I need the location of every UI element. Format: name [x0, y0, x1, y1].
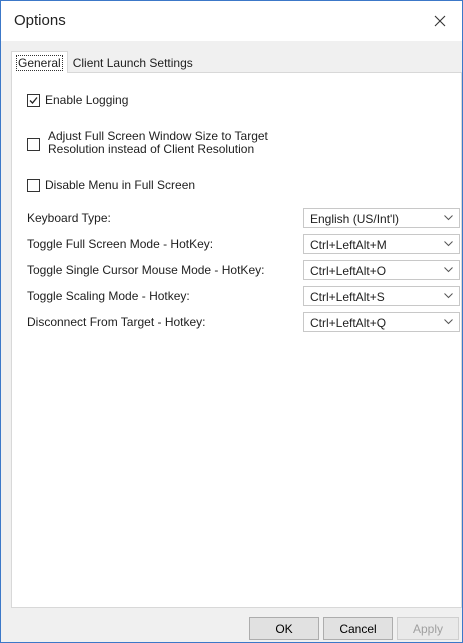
keyboard-type-value: English (US/Int'l)	[310, 212, 399, 226]
disable-menu-checkbox[interactable]: Disable Menu in Full Screen	[27, 179, 195, 192]
keyboard-type-row: Keyboard Type: English (US/Int'l)	[27, 208, 460, 228]
window-title: Options	[14, 12, 66, 29]
toggle-single-cursor-label: Toggle Single Cursor Mouse Mode - HotKey…	[27, 263, 265, 277]
toggle-scaling-row: Toggle Scaling Mode - Hotkey: Ctrl+LeftA…	[27, 286, 460, 306]
enable-logging-label: Enable Logging	[45, 93, 129, 107]
toggle-scaling-value: Ctrl+LeftAlt+S	[310, 290, 385, 304]
tab-strip: General Client Launch Settings	[11, 51, 198, 73]
check-icon	[29, 97, 38, 104]
title-bar: Options	[1, 1, 462, 41]
disable-menu-box[interactable]	[27, 179, 40, 192]
toggle-scaling-label: Toggle Scaling Mode - Hotkey:	[27, 289, 190, 303]
toggle-full-screen-row: Toggle Full Screen Mode - HotKey: Ctrl+L…	[27, 234, 460, 254]
ok-button[interactable]: OK	[249, 617, 319, 640]
disable-menu-label: Disable Menu in Full Screen	[45, 178, 196, 192]
apply-button[interactable]: Apply	[397, 617, 459, 640]
chevron-down-icon	[444, 241, 453, 247]
tab-client-launch-settings-label: Client Launch Settings	[72, 56, 193, 70]
toggle-single-cursor-select[interactable]: Ctrl+LeftAlt+O	[303, 260, 460, 280]
enable-logging-box[interactable]	[27, 94, 40, 107]
toggle-single-cursor-row: Toggle Single Cursor Mouse Mode - HotKey…	[27, 260, 460, 280]
close-button[interactable]	[418, 1, 462, 41]
disconnect-value: Ctrl+LeftAlt+Q	[310, 316, 387, 330]
chevron-down-icon	[444, 319, 453, 325]
tab-general-label: General	[16, 54, 63, 71]
disconnect-row: Disconnect From Target - Hotkey: Ctrl+Le…	[27, 312, 460, 332]
keyboard-type-label: Keyboard Type:	[27, 211, 111, 225]
adjust-full-screen-checkbox[interactable]: Adjust Full Screen Window Size to Target…	[27, 130, 268, 156]
chevron-down-icon	[444, 267, 453, 273]
close-icon	[434, 15, 446, 27]
toggle-scaling-select[interactable]: Ctrl+LeftAlt+S	[303, 286, 460, 306]
disconnect-label: Disconnect From Target - Hotkey:	[27, 315, 206, 329]
toggle-full-screen-label: Toggle Full Screen Mode - HotKey:	[27, 237, 214, 251]
chevron-down-icon	[444, 215, 453, 221]
enable-logging-checkbox[interactable]: Enable Logging	[27, 94, 128, 107]
adjust-full-screen-label-line2: Resolution instead of Client Resolution	[48, 142, 255, 156]
general-panel: Enable Logging Adjust Full Screen Window…	[11, 72, 462, 608]
tab-general[interactable]: General	[11, 51, 68, 73]
adjust-full-screen-box[interactable]	[27, 138, 40, 151]
adjust-full-screen-label: Adjust Full Screen Window Size to Target…	[48, 130, 268, 156]
toggle-full-screen-select[interactable]: Ctrl+LeftAlt+M	[303, 234, 460, 254]
tab-client-launch-settings[interactable]: Client Launch Settings	[68, 53, 198, 73]
toggle-full-screen-value: Ctrl+LeftAlt+M	[310, 238, 387, 252]
chevron-down-icon	[444, 293, 453, 299]
options-dialog: Options General Client Launch Settings E…	[0, 0, 463, 643]
toggle-single-cursor-value: Ctrl+LeftAlt+O	[310, 264, 387, 278]
keyboard-type-select[interactable]: English (US/Int'l)	[303, 208, 460, 228]
disconnect-select[interactable]: Ctrl+LeftAlt+Q	[303, 312, 460, 332]
cancel-button[interactable]: Cancel	[323, 617, 393, 640]
